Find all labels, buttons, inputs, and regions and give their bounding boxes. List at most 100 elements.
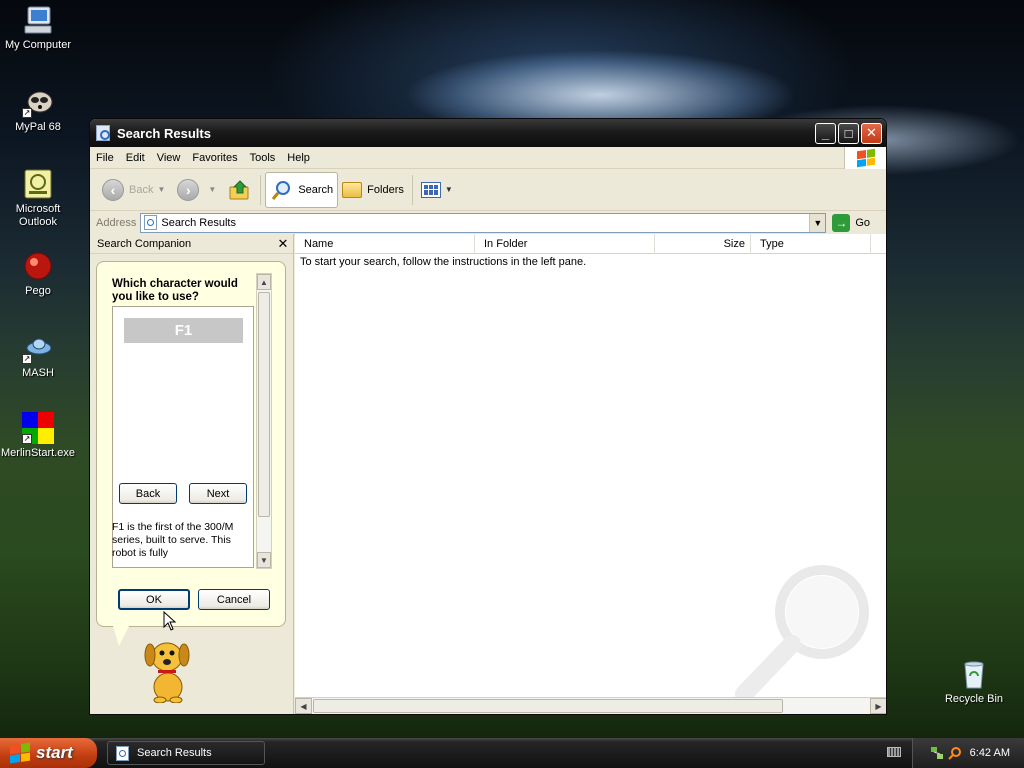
taskbar-item-search-results[interactable]: Search Results [107, 741, 265, 765]
folders-icon [342, 181, 363, 198]
search-icon [272, 180, 291, 200]
start-button[interactable]: start [0, 738, 97, 768]
search-results-page-icon [144, 215, 158, 230]
address-label: Address [96, 216, 137, 229]
character-balloon: Which character would you like to use? F… [96, 261, 286, 646]
next-character-label: Next [206, 487, 230, 500]
windows-logo-icon [10, 742, 30, 764]
search-results-window: Search Results _ □ ✕ File Edit View Favo… [89, 118, 887, 715]
desktop-icon-merlinstart[interactable]: ↗ MerlinStart.exe [0, 412, 76, 460]
scroll-down-icon[interactable]: ▼ [257, 552, 271, 568]
standard-toolbar: ‹ Back ▼ › ▼ Search Folders ▼ [90, 169, 886, 211]
network-icon[interactable] [930, 746, 944, 760]
menu-bar: File Edit View Favorites Tools Help [90, 147, 886, 169]
search-label: Search [298, 183, 334, 196]
back-character-button[interactable]: Back [119, 483, 177, 504]
menu-edit[interactable]: Edit [120, 152, 151, 164]
desktop-icon-outlook[interactable]: Microsoft Outlook [0, 168, 76, 229]
column-header-name[interactable]: Name [295, 234, 475, 254]
horizontal-scroll-thumb[interactable] [313, 699, 783, 713]
column-header-size[interactable]: Size [655, 234, 751, 254]
folders-button[interactable]: Folders [338, 172, 408, 208]
taskbar: start Search Results 6:42 AM [0, 738, 1024, 768]
minimize-button[interactable]: _ [815, 122, 836, 144]
desktop-icon-label: MASH [22, 367, 54, 379]
mouse-cursor-icon [163, 611, 177, 631]
search-companion-pane: Search Companion ✕ Which character would… [90, 234, 294, 714]
desktop-icon-mypal[interactable]: ↗ MyPal 68 [0, 86, 76, 134]
character-question: Which character would you like to use? [112, 278, 238, 303]
menu-help[interactable]: Help [281, 152, 316, 164]
title-bar[interactable]: Search Results _ □ ✕ [90, 119, 886, 147]
next-character-button[interactable]: Next [189, 483, 247, 504]
search-results-window-icon [96, 125, 110, 141]
cancel-label: Cancel [216, 593, 252, 606]
desktop-icon-pego[interactable]: Pego [0, 250, 76, 298]
back-arrow-icon: ‹ [102, 178, 124, 201]
search-results-page-icon [116, 745, 129, 761]
results-horizontal-scrollbar[interactable]: ◀ ▶ [295, 697, 886, 714]
desktop-icon-label: My Computer [4, 39, 72, 51]
desktop-icon-label: Microsoft Outlook [15, 203, 61, 228]
menu-favorites[interactable]: Favorites [186, 152, 243, 164]
search-dog-character-icon[interactable] [138, 631, 196, 703]
forward-arrow-icon: › [177, 178, 200, 201]
back-character-label: Back [135, 487, 161, 500]
go-arrow-icon: → [832, 213, 851, 232]
results-pane: Name In Folder Size Type To start your s… [295, 234, 886, 714]
close-pane-icon[interactable]: ✕ [273, 236, 293, 252]
desktop-icon-label: MyPal 68 [15, 121, 61, 133]
ok-label: OK [146, 593, 162, 606]
scroll-thumb[interactable] [258, 292, 270, 517]
up-folder-button[interactable] [224, 172, 256, 208]
toolbar-separator [260, 174, 262, 205]
back-button[interactable]: ‹ Back ▼ [98, 172, 173, 208]
go-button[interactable]: → Go [832, 213, 870, 232]
up-folder-icon [229, 179, 249, 199]
desktop-icon-my-computer[interactable]: My Computer [0, 4, 76, 52]
window-title: Search Results [117, 125, 211, 141]
menu-view[interactable]: View [151, 152, 187, 164]
address-input[interactable]: Search Results ▼ [140, 212, 827, 233]
clock: 6:42 AM [969, 747, 1010, 759]
mash-icon: ↗ [22, 332, 54, 364]
desktop-icon-mash[interactable]: ↗ MASH [0, 332, 76, 380]
search-tray-icon[interactable] [947, 746, 962, 760]
maximize-button[interactable]: □ [838, 122, 859, 144]
column-header-type[interactable]: Type [751, 234, 871, 254]
desktop-icon-label: Recycle Bin [944, 693, 1004, 705]
keyboard-icon[interactable] [887, 747, 901, 757]
scroll-left-icon[interactable]: ◀ [295, 698, 312, 714]
balloon-scrollbar[interactable]: ▲ ▼ [256, 273, 272, 569]
views-icon [420, 181, 441, 198]
system-tray: 6:42 AM [912, 738, 1024, 768]
computer-icon [22, 4, 54, 36]
search-button[interactable]: Search [265, 171, 339, 208]
close-button[interactable]: ✕ [861, 122, 882, 144]
pego-icon [22, 250, 54, 282]
column-header-in-folder[interactable]: In Folder [475, 234, 655, 254]
folders-label: Folders [367, 183, 404, 196]
menu-tools[interactable]: Tools [244, 152, 282, 164]
character-description: F1 is the first of the 300/M series, bui… [112, 521, 234, 559]
address-value: Search Results [161, 216, 236, 229]
chevron-down-icon: ▼ [444, 185, 453, 194]
ok-button[interactable]: OK [118, 589, 190, 610]
cancel-button[interactable]: Cancel [198, 589, 270, 610]
desktop-icon-recycle-bin[interactable]: Recycle Bin [936, 658, 1012, 706]
address-bar: Address Search Results ▼ → Go [90, 211, 886, 235]
shortcut-arrow-icon: ↗ [22, 434, 32, 444]
outlook-icon [22, 168, 54, 200]
forward-button[interactable]: › ▼ [173, 172, 224, 208]
scroll-up-icon[interactable]: ▲ [257, 274, 271, 290]
selected-character[interactable]: F1 [124, 318, 243, 343]
taskbar-item-label: Search Results [137, 747, 212, 759]
menu-file[interactable]: File [90, 152, 120, 164]
address-dropdown-button[interactable]: ▼ [809, 213, 826, 232]
views-button[interactable]: ▼ [417, 172, 461, 208]
search-companion-title: Search Companion [97, 237, 192, 250]
search-companion-header: Search Companion ✕ [90, 234, 293, 254]
toolbar-separator [411, 174, 413, 205]
back-label: Back [129, 183, 154, 196]
scroll-right-icon[interactable]: ▶ [870, 698, 886, 714]
